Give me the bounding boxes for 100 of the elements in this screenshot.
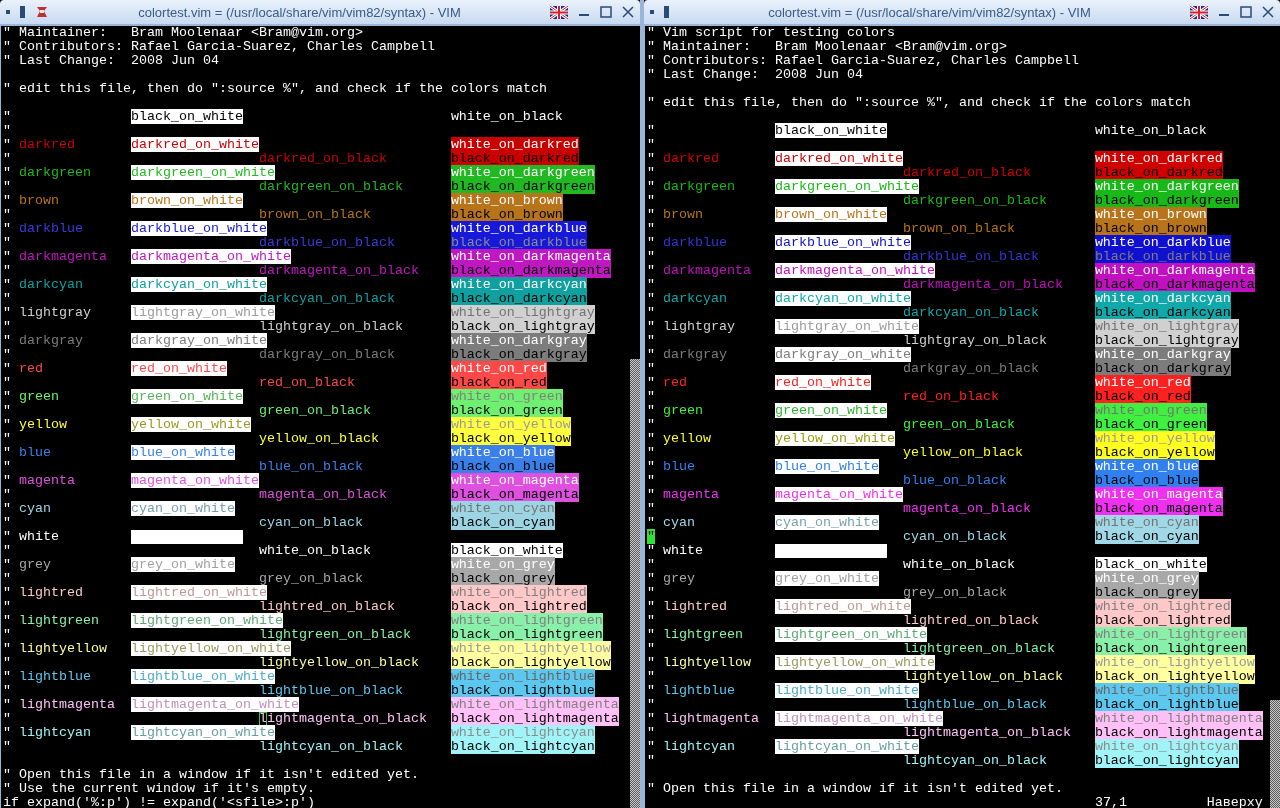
color-sample: lightgreen_on_black <box>258 627 411 642</box>
comment-mark: " <box>647 263 655 278</box>
scrollbar-thumb[interactable] <box>630 358 640 808</box>
comment-mark: " <box>647 655 655 670</box>
comment-mark: " <box>647 389 655 404</box>
color-sample: black_on_cyan <box>1094 529 1199 544</box>
color-sample: darkred_on_white <box>774 151 903 166</box>
color-sample: black_on_darkgray <box>450 347 587 362</box>
flag-icon[interactable] <box>550 5 568 19</box>
comment-mark: " <box>3 361 11 376</box>
color-name: darkmagenta <box>19 249 107 264</box>
comment-mark: " <box>3 585 11 600</box>
color-sample: magenta_on_black <box>258 487 387 502</box>
color-sample: brown_on_black <box>902 221 1015 236</box>
color-sample: lightgreen_on_black <box>902 641 1055 656</box>
comment-mark: " <box>647 697 655 712</box>
comment-mark: " <box>647 711 655 726</box>
comment-mark: " <box>3 249 11 264</box>
comment-mark: " <box>3 333 11 348</box>
color-sample: darkblue_on_white <box>130 221 267 236</box>
comment-mark: " <box>3 291 11 306</box>
color-sample: black_on_cyan <box>450 515 555 530</box>
comment-mark: " <box>3 571 11 586</box>
comment-mark: " <box>647 739 655 754</box>
comment-mark: " <box>3 739 11 754</box>
comment-mark: " <box>3 277 11 292</box>
comment-mark: " <box>647 123 655 138</box>
color-sample: black_on_lightcyan <box>1094 753 1239 768</box>
comment-line: " Maintainer: Bram Moolenaar <Bram@vim.org> <box>647 39 1007 54</box>
comment-mark: " <box>647 683 655 698</box>
color-name: lightyellow <box>19 641 107 656</box>
color-sample: lightgreen_on_white <box>130 613 283 628</box>
comment-mark: " <box>3 417 11 432</box>
comment-mark: " <box>647 375 655 390</box>
comment-mark: " <box>3 137 11 152</box>
color-sample: cyan_on_black <box>902 529 1007 544</box>
flag-icon[interactable] <box>1190 5 1208 19</box>
comment-mark: " <box>647 151 655 166</box>
comment-mark: " <box>647 487 655 502</box>
color-name: lightgreen <box>19 613 99 628</box>
comment-mark: " <box>3 431 11 446</box>
color-sample: darkgray_on_white <box>774 347 911 362</box>
comment-mark: " <box>647 459 655 474</box>
comment-mark: " <box>647 179 655 194</box>
color-name: red <box>19 361 43 376</box>
color-sample: cyan_on_white <box>774 515 879 530</box>
color-sample: darkgray_on_black <box>902 361 1039 376</box>
close-icon[interactable] <box>622 6 634 18</box>
color-sample: yellow_on_white <box>130 417 251 432</box>
comment-mark: " <box>647 753 655 768</box>
comment-mark: " <box>647 361 655 376</box>
color-sample: darkgray_on_black <box>258 347 395 362</box>
color-sample: lightyellow_on_white <box>130 641 291 656</box>
color-sample: darkred_on_black <box>258 151 387 166</box>
color-name: brown <box>19 193 59 208</box>
comment-line: " Last Change: 2008 Jun 04 <box>647 67 863 82</box>
color-sample: magenta_on_white <box>130 473 259 488</box>
color-sample: lightcyan_on_white <box>774 739 919 754</box>
close-icon[interactable] <box>1262 6 1274 18</box>
comment-mark: " <box>3 207 11 222</box>
color-sample: darkmagenta_on_black <box>258 263 419 278</box>
comment-mark: " <box>3 515 11 530</box>
comment-line: " Contributors: Rafael Garcia-Suarez, Charles Campbell <box>647 53 1079 68</box>
color-sample: lightred_on_black <box>258 599 395 614</box>
color-sample: black_on_darkgreen <box>450 179 595 194</box>
comment-mark: " <box>647 641 655 656</box>
comment-mark: " <box>3 375 11 390</box>
comment-mark: " <box>647 431 655 446</box>
comment-mark: " <box>647 347 655 362</box>
comment-mark: " <box>3 473 11 488</box>
color-sample: yellow_on_white <box>774 431 895 446</box>
color-name: white <box>663 543 703 558</box>
comment-mark: " <box>3 389 11 404</box>
color-sample: green_on_black <box>902 417 1015 432</box>
comment-mark: " <box>647 543 655 558</box>
comment-mark: " <box>647 249 655 264</box>
color-sample: brown_on_white <box>130 193 243 208</box>
color-sample: cyan_on_white <box>130 501 235 516</box>
maximize-icon[interactable] <box>600 6 612 18</box>
comment-mark: " <box>647 599 655 614</box>
comment-mark: " <box>3 655 11 670</box>
comment-mark: " <box>647 235 655 250</box>
comment-line: " Open this file in a window if it isn't edited yet. <box>647 781 1063 796</box>
color-sample: darkblue_on_black <box>258 235 395 250</box>
color-sample: lightgreen_on_white <box>774 627 927 642</box>
scrollbar-thumb[interactable] <box>1270 700 1280 808</box>
color-sample: white_on_black <box>902 557 1015 572</box>
comment-mark: " <box>3 221 11 236</box>
color-sample: lightcyan_on_black <box>258 739 403 754</box>
color-sample: lightgray_on_white <box>774 319 919 334</box>
color-sample: lightyellow_on_black <box>258 655 419 670</box>
color-sample: red_on_black <box>258 375 355 390</box>
color-name: lightred <box>19 585 83 600</box>
color-name: red <box>663 375 687 390</box>
color-sample: red_on_white <box>130 361 227 376</box>
maximize-icon[interactable] <box>1240 6 1252 18</box>
comment-mark: " <box>3 403 11 418</box>
color-sample: darkgreen_on_black <box>902 193 1047 208</box>
color-name: darkmagenta <box>663 263 751 278</box>
color-sample: darkgray_on_white <box>130 333 267 348</box>
